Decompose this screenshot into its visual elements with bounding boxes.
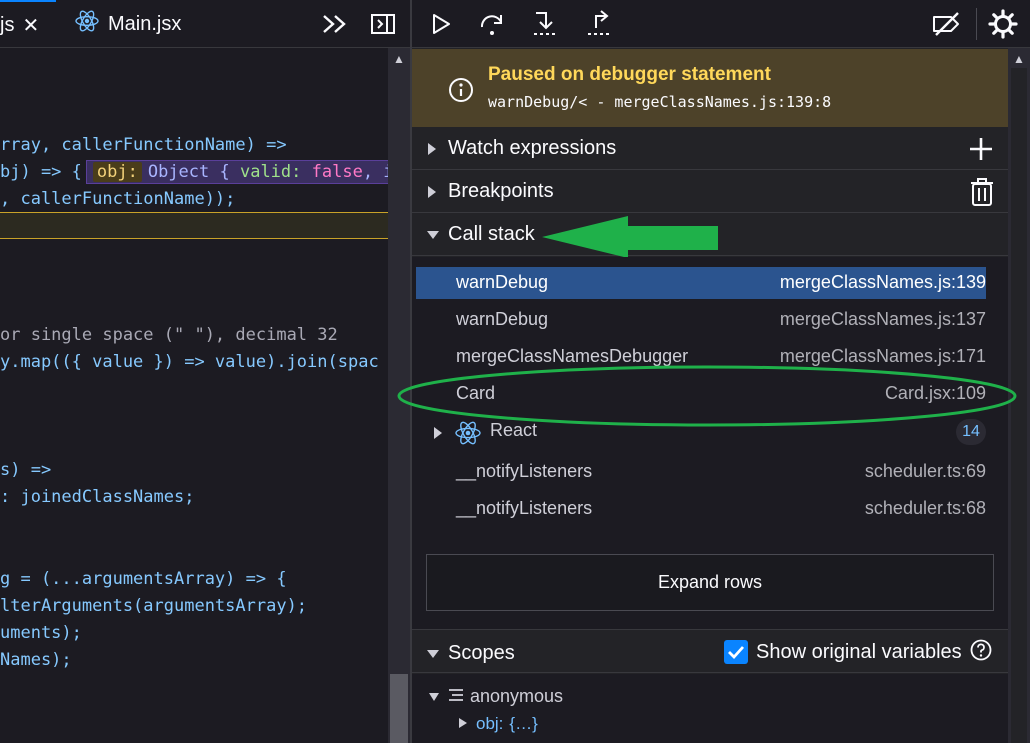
code-line: or single space (" "), decimal 32 (0, 322, 388, 349)
code-text: : joinedClassNames; (0, 487, 195, 507)
scope-list-icon (448, 686, 464, 707)
variable-value: {…} (509, 714, 538, 733)
inline-value-preview[interactable]: obj:Object { valid: false, i (85, 160, 388, 184)
code-text: Names); (0, 650, 72, 670)
code-text: y.map(({ value }) => value).join(spac (0, 352, 379, 372)
scroll-up-icon[interactable]: ▲ (388, 52, 410, 66)
preview-prefix: Object { (147, 162, 240, 182)
preview-field: valid: (239, 162, 302, 182)
show-original-variables-toggle[interactable]: Show original variables (724, 639, 992, 665)
code-text: rray, callerFunctionName) => (0, 135, 287, 155)
add-watch-icon[interactable] (968, 136, 994, 167)
green-circle-annotation (394, 363, 1020, 434)
resume-button[interactable] (424, 8, 458, 40)
checkbox-checked-icon[interactable] (724, 640, 748, 664)
scopes-tree: anonymous obj: {…} (412, 674, 1008, 743)
code-text: lterArguments(argumentsArray); (0, 596, 308, 616)
code-text: s) => (0, 460, 52, 480)
editor-tab-bar: js ✕ Main.jsx (0, 0, 410, 48)
collapse-arrow-icon (426, 647, 440, 665)
frame-name: warnDebug (456, 309, 549, 329)
tab-label: Main.jsx (108, 12, 182, 35)
code-line: bj) => {obj:Object { valid: false, i (0, 159, 388, 186)
frame-name: __notifyListeners (456, 461, 593, 481)
variable-name: obj: (476, 714, 504, 733)
code-text: uments); (0, 623, 82, 643)
step-over-icon[interactable] (475, 8, 509, 40)
toolbar-divider (976, 8, 977, 40)
frame-name: __notifyListeners (456, 498, 593, 518)
frame-location: scheduler.ts:68 (864, 498, 986, 518)
scope-name: anonymous (470, 686, 564, 706)
toggle-sidebar-icon[interactable] (368, 10, 398, 38)
call-stack-frame[interactable]: __notifyListeners scheduler.ts:69 (416, 456, 986, 488)
paused-banner: Paused on debugger statement warnDebug/<… (412, 49, 1008, 127)
expand-arrow-icon (426, 185, 438, 204)
code-text: bj) => { (0, 162, 82, 182)
paused-location[interactable]: warnDebug/< - mergeClassNames.js:139:8 (488, 93, 831, 111)
editor-pane: js ✕ Main.jsx rray, callerFunctionName) … (0, 0, 410, 743)
paused-title: Paused on debugger statement (488, 64, 771, 85)
scope-variable-obj[interactable]: obj: {…} (458, 714, 538, 734)
frame-name: warnDebug (456, 272, 549, 292)
section-title: Watch expressions (448, 137, 617, 159)
call-stack-frame[interactable]: warnDebug mergeClassNames.js:139 (416, 267, 986, 299)
checkbox-label: Show original variables (756, 640, 962, 663)
tab-merge-class-names[interactable]: js ✕ (0, 0, 56, 48)
collapse-arrow-icon (426, 228, 440, 246)
breakpoints-header[interactable]: Breakpoints (412, 171, 1008, 213)
frame-location: scheduler.ts:69 (864, 461, 986, 481)
code-comment: or single space (" "), decimal 32 (0, 325, 338, 345)
preview-suffix: , i (362, 162, 388, 182)
code-line: lterArguments(argumentsArray); (0, 593, 388, 620)
help-icon[interactable] (970, 639, 992, 666)
debugger-toolbar (412, 0, 1030, 48)
step-in-icon[interactable] (528, 8, 562, 40)
frame-location: mergeClassNames.js:137 (779, 309, 986, 329)
code-line: y.map(({ value }) => value).join(spac (0, 349, 388, 376)
expand-rows-button[interactable]: Expand rows (426, 554, 994, 611)
code-text: , callerFunctionName)); (0, 189, 236, 209)
tab-main-jsx[interactable]: Main.jsx (74, 0, 181, 48)
close-tab-icon[interactable]: ✕ (22, 13, 39, 38)
section-title: Breakpoints (448, 180, 554, 202)
code-line: s) => (0, 457, 388, 484)
code-line: : joinedClassNames; (0, 484, 388, 511)
info-icon (448, 77, 474, 108)
collapse-arrow-icon (428, 686, 440, 707)
code-line: Names); (0, 647, 388, 674)
code-text: g = (...argumentsArray) => { (0, 569, 287, 589)
section-title: Call stack (448, 223, 535, 245)
code-view[interactable]: rray, callerFunctionName) => bj) => {obj… (0, 48, 388, 743)
call-stack-frame[interactable]: __notifyListeners scheduler.ts:68 (416, 493, 986, 525)
trash-icon[interactable] (970, 177, 994, 212)
scroll-up-icon[interactable]: ▲ (1008, 52, 1030, 66)
call-stack-header[interactable]: Call stack (412, 214, 1008, 258)
deactivate-breakpoints-icon[interactable] (930, 8, 964, 40)
expand-arrow-icon (458, 714, 468, 734)
section-title: Scopes (448, 642, 515, 664)
react-icon (74, 8, 100, 40)
watch-expressions-header[interactable]: Watch expressions (412, 128, 1008, 170)
call-stack-frame[interactable]: warnDebug mergeClassNames.js:137 (416, 304, 986, 336)
gear-icon[interactable] (986, 8, 1020, 40)
more-tabs-chevron-icon[interactable] (320, 10, 350, 38)
frame-location: mergeClassNames.js:139 (779, 272, 986, 292)
step-out-icon[interactable] (582, 8, 616, 40)
preview-key: obj: (92, 162, 142, 182)
code-line: g = (...argumentsArray) => { (0, 566, 388, 593)
code-line: rray, callerFunctionName) => (0, 132, 388, 159)
debugger-pane: ▲ Paused on debugger statement warnDebug… (397, 0, 1030, 743)
tab-label: js (0, 13, 15, 36)
code-line: uments); (0, 620, 388, 647)
preview-value: false (311, 162, 363, 182)
call-stack-frames: warnDebug mergeClassNames.js:139 warnDeb… (397, 257, 1017, 630)
scrollbar-thumb[interactable] (390, 674, 408, 743)
scope-node-anonymous[interactable]: anonymous (428, 686, 563, 707)
scopes-header[interactable]: Scopes Show original variables (412, 631, 1008, 673)
paused-code-line (0, 212, 388, 239)
expand-arrow-icon (426, 142, 438, 161)
code-line: , callerFunctionName)); (0, 186, 388, 213)
